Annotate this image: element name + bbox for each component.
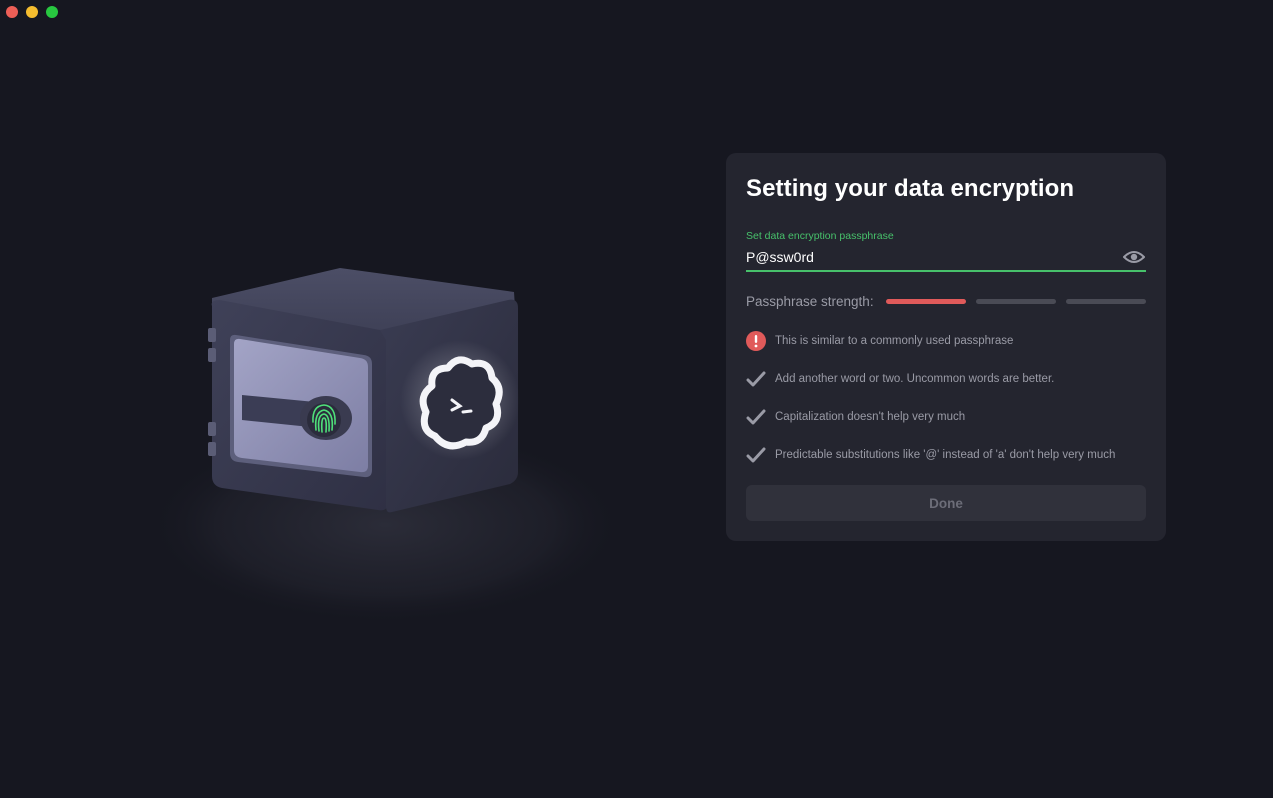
tip-item: Add another word or two. Uncommon words … xyxy=(746,360,1146,398)
strength-bar-2 xyxy=(976,299,1056,304)
tip-item: This is similar to a commonly used passp… xyxy=(746,322,1146,360)
passphrase-strength-row: Passphrase strength: xyxy=(746,294,1146,309)
eye-icon[interactable] xyxy=(1122,248,1146,266)
passphrase-field-label: Set data encryption passphrase xyxy=(746,230,894,242)
tip-text: Add another word or two. Uncommon words … xyxy=(775,373,1055,385)
strength-meter xyxy=(886,299,1146,304)
close-window-button[interactable] xyxy=(6,6,18,18)
card-title: Setting your data encryption xyxy=(746,175,1075,202)
strength-bar-3 xyxy=(1066,299,1146,304)
warning-icon xyxy=(746,331,766,351)
app-window: Setting your data encryption Set data en… xyxy=(0,0,1273,798)
tip-text: This is similar to a commonly used passp… xyxy=(775,335,1014,347)
tip-item: Capitalization doesn't help very much xyxy=(746,398,1146,436)
minimize-window-button[interactable] xyxy=(26,6,38,18)
check-icon xyxy=(746,445,766,465)
encryption-card: Setting your data encryption Set data en… xyxy=(726,153,1166,541)
check-icon xyxy=(746,407,766,427)
strength-label: Passphrase strength: xyxy=(746,294,874,309)
passphrase-input[interactable] xyxy=(746,249,1122,265)
done-button[interactable]: Done xyxy=(746,485,1146,521)
passphrase-tips: This is similar to a commonly used passp… xyxy=(746,322,1146,474)
check-icon xyxy=(746,369,766,389)
passphrase-field xyxy=(746,248,1146,272)
strength-bar-1 xyxy=(886,299,966,304)
window-controls xyxy=(6,6,58,18)
tip-text: Capitalization doesn't help very much xyxy=(775,411,966,423)
safe-with-fingerprint-and-cloud-icon xyxy=(145,268,625,625)
tip-text: Predictable substitutions like '@' inste… xyxy=(775,449,1116,461)
tip-item: Predictable substitutions like '@' inste… xyxy=(746,436,1146,474)
maximize-window-button[interactable] xyxy=(46,6,58,18)
safe-illustration xyxy=(130,240,650,640)
